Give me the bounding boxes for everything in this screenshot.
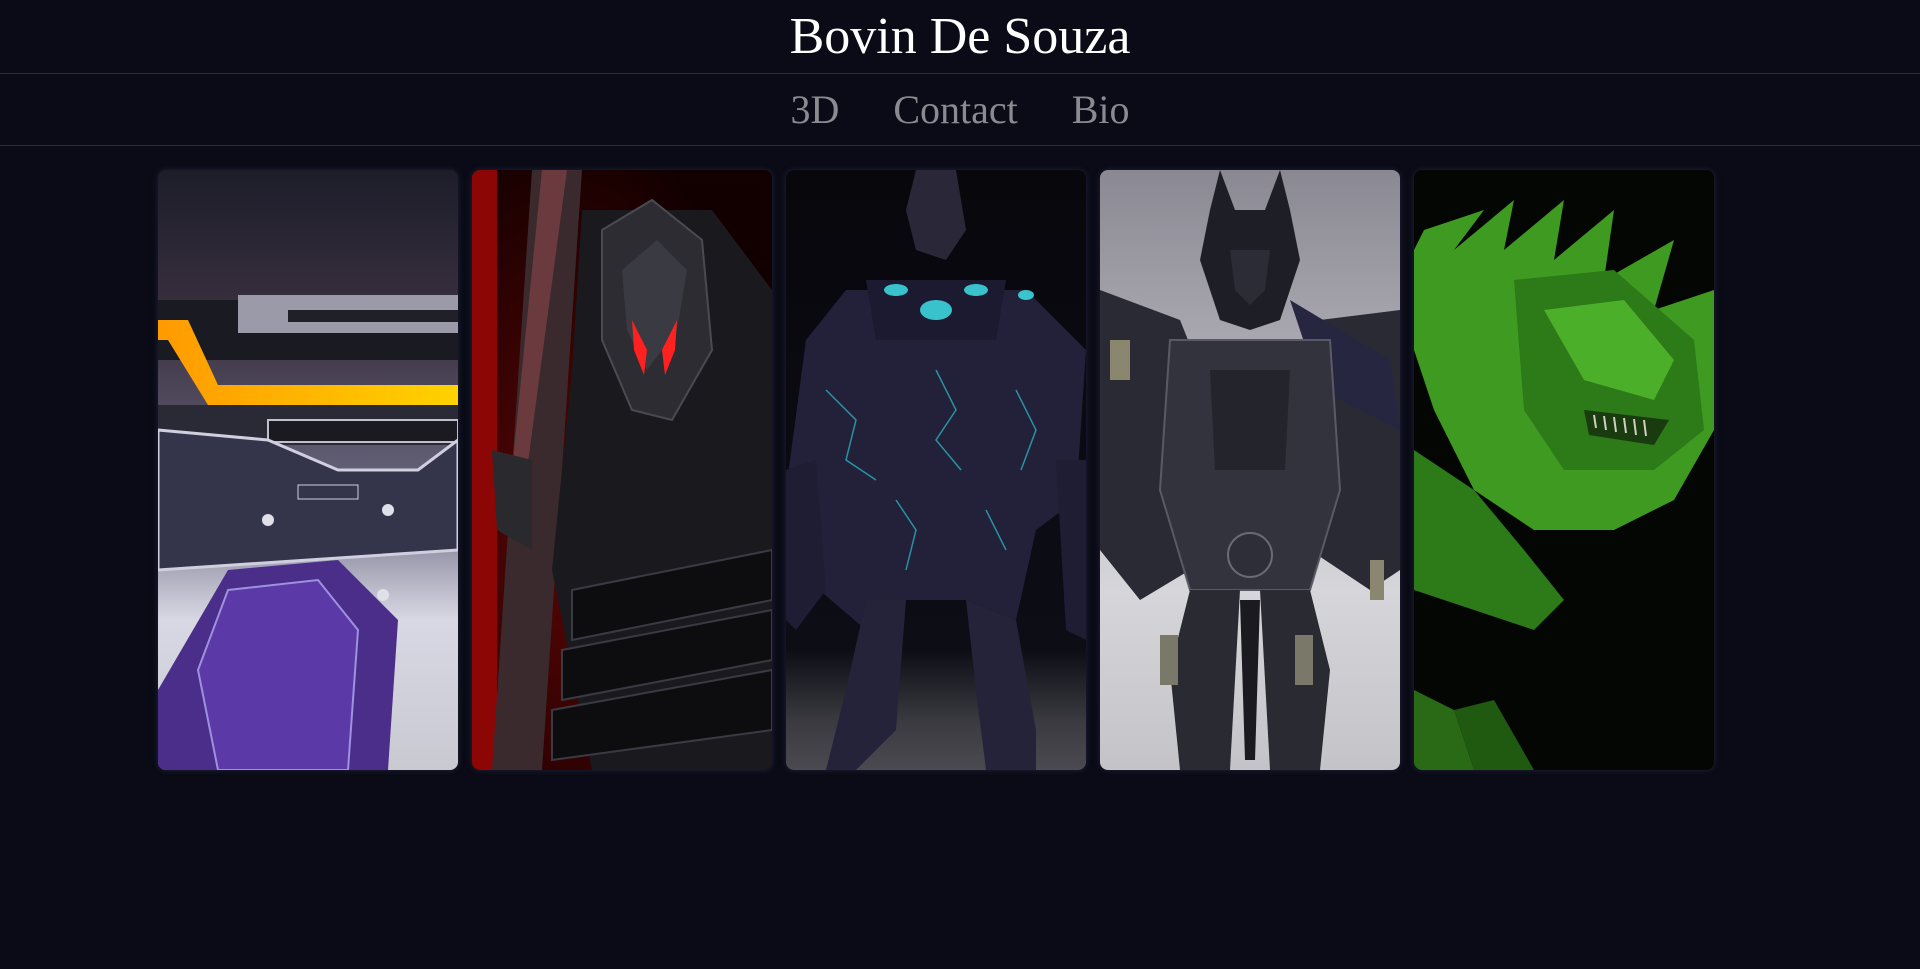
rifle-render-image — [158, 170, 458, 770]
gallery-card-mech[interactable] — [1100, 170, 1400, 770]
site-title: Bovin De Souza — [789, 7, 1131, 65]
mech-render-image — [1100, 170, 1400, 770]
knight-render-image — [472, 170, 772, 770]
site-header: Bovin De Souza — [0, 0, 1920, 74]
golem-render-image — [786, 170, 1086, 770]
gallery-card-rifle[interactable] — [158, 170, 458, 770]
gallery-card-dragon[interactable] — [1414, 170, 1714, 770]
dragon-render-image — [1414, 170, 1714, 770]
nav-link-3d[interactable]: 3D — [790, 89, 839, 130]
gallery-card-knight[interactable] — [472, 170, 772, 770]
nav-link-bio[interactable]: Bio — [1072, 89, 1130, 130]
gallery — [158, 170, 1714, 770]
gallery-card-golem[interactable] — [786, 170, 1086, 770]
main-nav: 3D Contact Bio — [0, 74, 1920, 146]
nav-link-contact[interactable]: Contact — [893, 89, 1017, 130]
